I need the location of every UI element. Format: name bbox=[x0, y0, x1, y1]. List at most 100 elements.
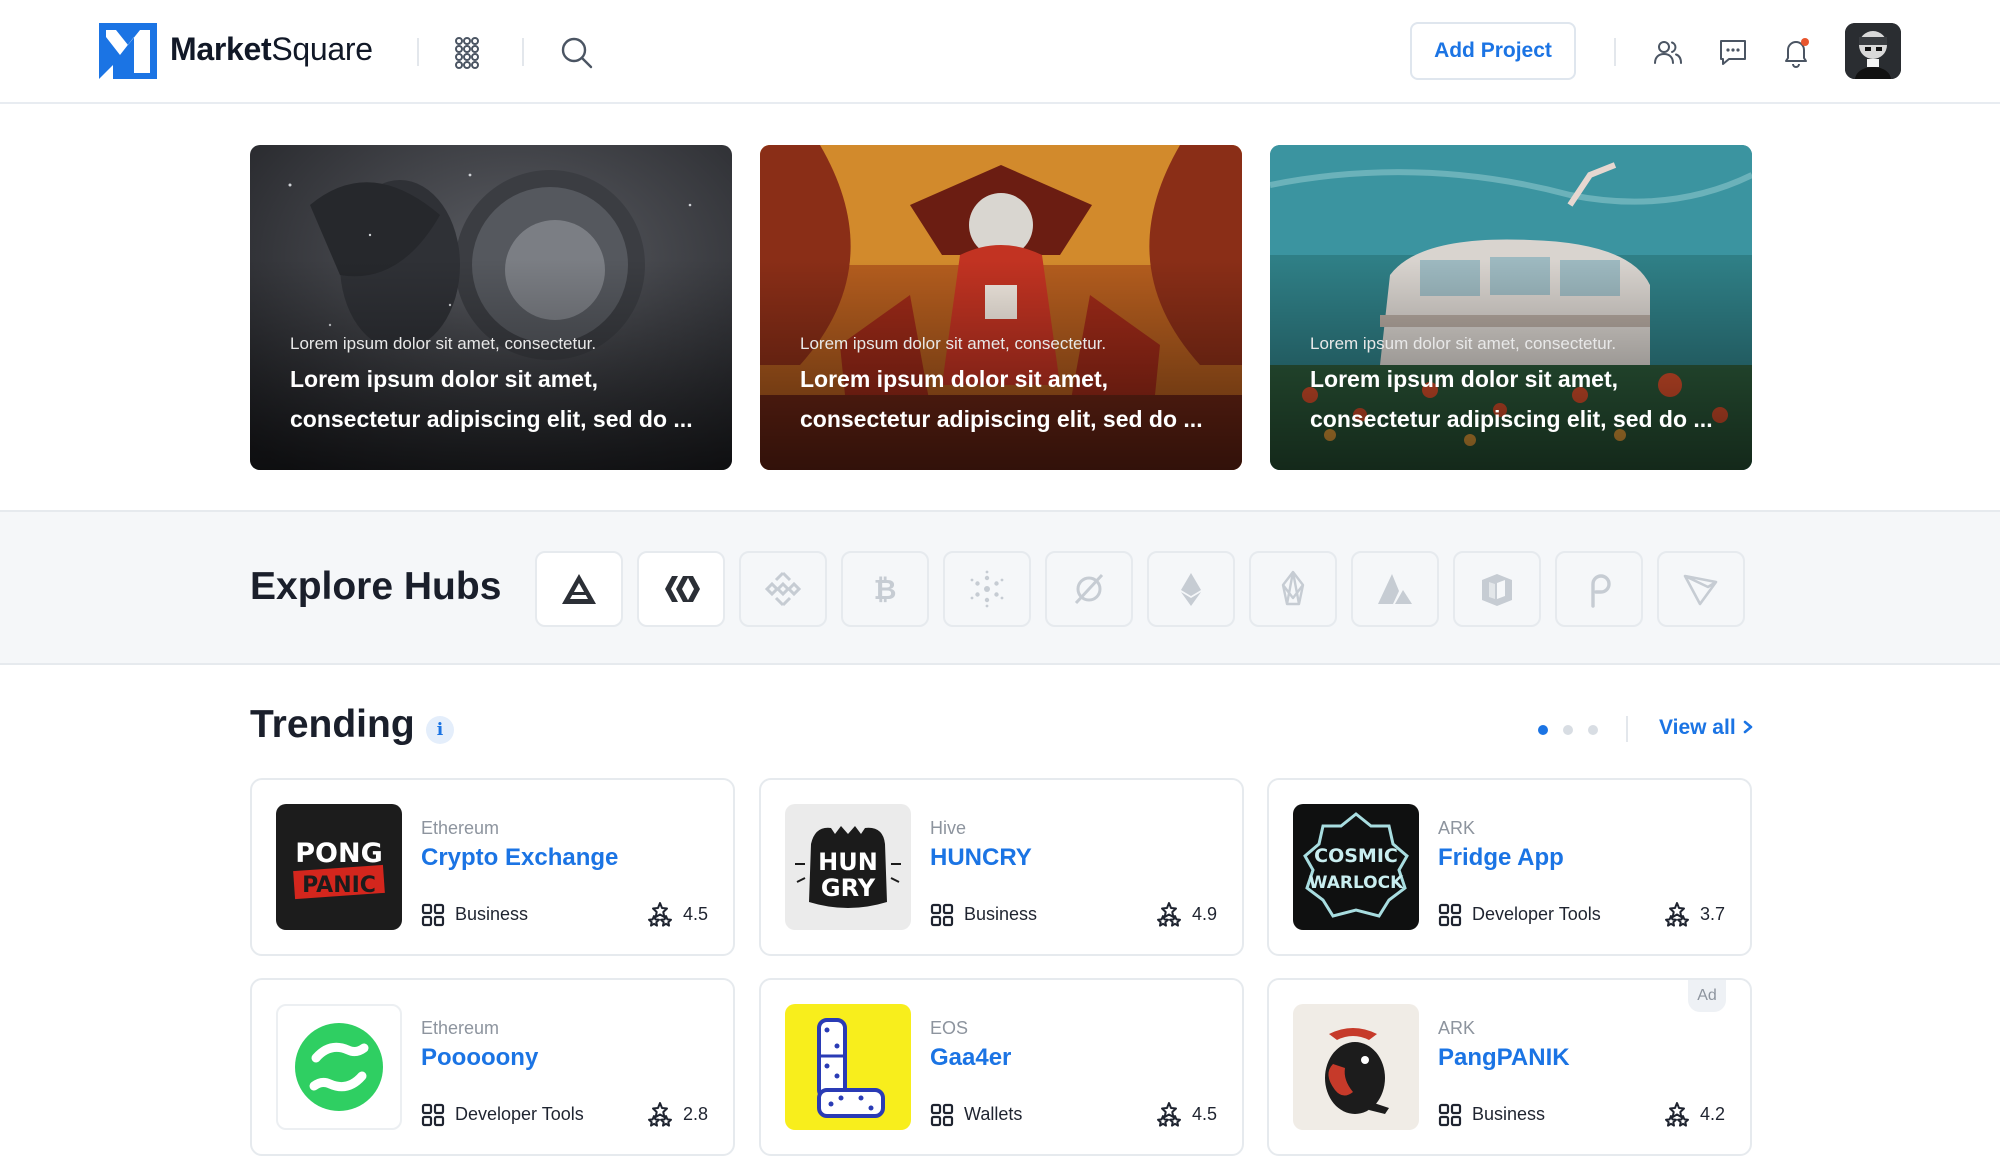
rating-stars-icon bbox=[1157, 902, 1181, 927]
rating-stars-icon bbox=[1157, 1102, 1181, 1127]
logo-lettering-cosmic: COSMIC bbox=[1314, 845, 1398, 867]
logo-lettering-pong: PONG bbox=[295, 838, 383, 869]
explore-hubs-section: Explore Hubs ₿ bbox=[0, 510, 2000, 665]
app-card[interactable]: EOS Gaa4er Wallets 4.5 bbox=[759, 978, 1244, 1156]
logo-lettering-hun: HUN bbox=[818, 848, 878, 876]
app-name[interactable]: Crypto Exchange bbox=[421, 844, 618, 872]
hub-hive[interactable] bbox=[637, 551, 725, 627]
app-name[interactable]: PangPANIK bbox=[1438, 1044, 1570, 1072]
featured-banner[interactable]: Lorem ipsum dolor sit amet, consectetur.… bbox=[250, 145, 732, 470]
hub-cardano[interactable] bbox=[943, 551, 1031, 627]
app-logo: COSMIC WARLOCK bbox=[1293, 804, 1419, 930]
category-icon bbox=[930, 1103, 954, 1127]
users-icon[interactable] bbox=[1652, 36, 1684, 68]
app-rating: 2.8 bbox=[683, 1104, 709, 1124]
polkadot-icon bbox=[1591, 574, 1611, 608]
category-icon bbox=[421, 1103, 445, 1127]
rating-stars-icon bbox=[648, 902, 672, 927]
app-card[interactable]: Ethereum Pooooony Developer Tools 2.8 bbox=[250, 978, 735, 1156]
hub-bitcoin[interactable]: ₿ bbox=[841, 551, 929, 627]
top-navbar: MarketSquare Add Project bbox=[0, 0, 2000, 104]
search-icon[interactable] bbox=[560, 36, 594, 70]
banner-title: Lorem ipsum dolor sit amet, consectetur … bbox=[290, 366, 693, 432]
hub-binance[interactable] bbox=[739, 551, 827, 627]
hub-polkadot[interactable] bbox=[1555, 551, 1643, 627]
cardano-icon bbox=[970, 570, 1004, 608]
hub-cube[interactable] bbox=[1453, 551, 1541, 627]
app-category: Business bbox=[455, 904, 529, 924]
binance-icon bbox=[764, 571, 802, 607]
svg-text:₿: ₿ bbox=[874, 573, 897, 606]
apps-grid-icon[interactable] bbox=[454, 36, 488, 70]
app-name[interactable]: Pooooony bbox=[421, 1044, 538, 1072]
carousel-dot[interactable] bbox=[1538, 725, 1548, 735]
brand-name[interactable]: MarketSquare bbox=[170, 31, 373, 68]
notification-dot bbox=[1801, 38, 1809, 46]
banner-title: Lorem ipsum dolor sit amet, consectetur … bbox=[800, 366, 1203, 432]
app-category: Business bbox=[964, 904, 1038, 924]
chat-icon[interactable] bbox=[1717, 36, 1749, 68]
app-name[interactable]: Fridge App bbox=[1438, 844, 1564, 872]
chevron-right-icon bbox=[1742, 716, 1754, 740]
bitcoin-icon: ₿ bbox=[874, 573, 897, 606]
app-name[interactable]: HUNCRY bbox=[930, 844, 1032, 872]
app-chain: Ethereum bbox=[421, 818, 500, 838]
section-title: Trending bbox=[250, 703, 415, 746]
cube-icon bbox=[1482, 574, 1512, 606]
app-category: Business bbox=[1472, 1104, 1546, 1124]
hive-icon bbox=[665, 576, 700, 602]
view-all-link[interactable]: View all bbox=[1659, 716, 1754, 740]
rating-stars-icon bbox=[648, 1102, 672, 1127]
hub-tron[interactable] bbox=[1657, 551, 1745, 627]
app-chain: EOS bbox=[930, 1018, 969, 1038]
hub-zero[interactable] bbox=[1045, 551, 1133, 627]
app-rating: 4.5 bbox=[1192, 1104, 1218, 1124]
rating-stars-icon bbox=[1665, 1102, 1689, 1127]
logo-lettering-warlock: WARLOCK bbox=[1309, 873, 1404, 893]
add-project-button[interactable]: Add Project bbox=[1410, 22, 1576, 80]
banner-subtitle: Lorem ipsum dolor sit amet, consectetur. bbox=[800, 334, 1107, 353]
hub-ark[interactable] bbox=[535, 551, 623, 627]
carousel-dot[interactable] bbox=[1588, 725, 1598, 735]
info-icon[interactable]: i bbox=[426, 716, 454, 744]
tron-icon bbox=[1683, 574, 1718, 606]
app-card[interactable]: COSMIC WARLOCK ARK Fridge App Developer … bbox=[1267, 778, 1752, 956]
app-category: Wallets bbox=[964, 1104, 1023, 1124]
divider bbox=[522, 38, 524, 66]
logo-lettering-panic: PANIC bbox=[302, 873, 376, 898]
app-logo bbox=[276, 1004, 402, 1130]
app-category: Developer Tools bbox=[455, 1104, 584, 1124]
eos-icon bbox=[1281, 570, 1305, 606]
hub-avalanche[interactable] bbox=[1351, 551, 1439, 627]
banner-subtitle: Lorem ipsum dolor sit amet, consectetur. bbox=[1310, 334, 1617, 353]
category-icon bbox=[1438, 903, 1462, 927]
app-rating: 4.2 bbox=[1700, 1104, 1726, 1124]
user-avatar[interactable] bbox=[1845, 23, 1901, 79]
app-logo: PONG PANIC bbox=[276, 804, 402, 930]
carousel-dot[interactable] bbox=[1563, 725, 1573, 735]
divider bbox=[1626, 716, 1628, 742]
divider bbox=[1614, 38, 1616, 66]
category-icon bbox=[930, 903, 954, 927]
featured-banner[interactable]: Lorem ipsum dolor sit amet, consectetur.… bbox=[1270, 145, 1752, 470]
hub-eos[interactable] bbox=[1249, 551, 1337, 627]
app-name[interactable]: Gaa4er bbox=[930, 1044, 1011, 1072]
hub-ethereum[interactable] bbox=[1147, 551, 1235, 627]
app-rating: 3.7 bbox=[1700, 904, 1726, 924]
banner-title: Lorem ipsum dolor sit amet, consectetur … bbox=[1310, 366, 1713, 432]
app-card[interactable]: PONG PANIC Ethereum Crypto Exchange Busi… bbox=[250, 778, 735, 956]
zero-icon bbox=[1074, 573, 1104, 605]
logo-lettering-gry: GRY bbox=[821, 874, 876, 902]
app-chain: ARK bbox=[1438, 1018, 1476, 1038]
featured-banner[interactable]: Lorem ipsum dolor sit amet, consectetur.… bbox=[760, 145, 1242, 470]
app-rating: 4.5 bbox=[683, 904, 709, 924]
app-card[interactable]: Ad ARK PangPANIK Business 4.2 bbox=[1267, 978, 1752, 1156]
marketsquare-logo-icon[interactable] bbox=[99, 23, 157, 79]
app-card[interactable]: HUN GRY Hive HUNCRY Business 4.9 bbox=[759, 778, 1244, 956]
ad-badge: Ad bbox=[1688, 980, 1726, 1012]
app-category: Developer Tools bbox=[1472, 904, 1601, 924]
ark-icon bbox=[562, 574, 596, 604]
category-icon bbox=[421, 903, 445, 927]
app-chain: Hive bbox=[930, 818, 967, 838]
bell-icon[interactable] bbox=[1780, 36, 1812, 68]
